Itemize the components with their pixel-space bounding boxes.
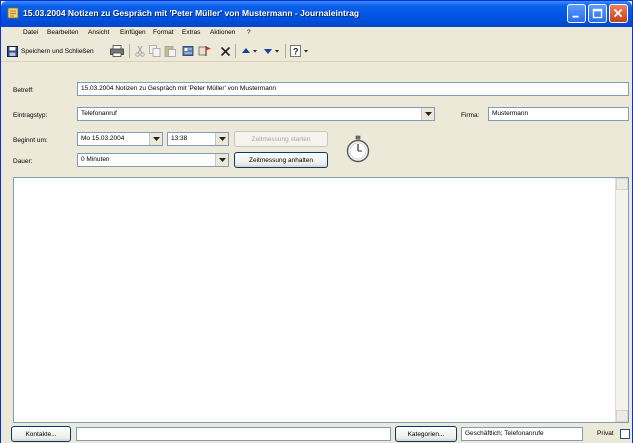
- menu-datei[interactable]: Datei: [23, 29, 38, 36]
- entry-type-select[interactable]: Telefonanruf: [77, 107, 435, 121]
- menu-bearbeiten[interactable]: Bearbeiten: [47, 29, 78, 36]
- scissors-icon: [135, 45, 145, 57]
- duration-select[interactable]: 0 Minuten: [77, 153, 229, 167]
- save-icon: [7, 45, 18, 57]
- company-label: Firma:: [461, 112, 480, 119]
- menu-format[interactable]: Format: [153, 29, 174, 36]
- maximize-icon: [592, 8, 603, 19]
- start-label: Beginnt um:: [13, 137, 48, 144]
- journal-icon: [7, 7, 19, 19]
- entry-type-label: Eintragstyp:: [13, 112, 48, 119]
- address-book-button[interactable]: [182, 43, 194, 59]
- start-date-select[interactable]: Mo 15.03.2004: [77, 132, 163, 146]
- subject-label: Betreff:: [13, 87, 34, 94]
- menu-help[interactable]: ?: [247, 29, 251, 36]
- delete-button[interactable]: [220, 43, 231, 59]
- maximize-button[interactable]: [588, 4, 607, 23]
- menu-einfuegen[interactable]: Einfügen: [120, 29, 146, 36]
- journal-window: 15.03.2004 Notizen zu Gespräch mit 'Pete…: [0, 0, 633, 443]
- print-button[interactable]: [110, 43, 124, 59]
- save-and-close-button[interactable]: Speichern und Schließen: [7, 43, 94, 59]
- arrow-down-icon: [264, 49, 279, 54]
- toolbar-separator: [129, 44, 130, 58]
- private-label: Privat: [597, 430, 614, 437]
- arrow-up-icon: [242, 48, 257, 53]
- chevron-down-icon[interactable]: [215, 154, 228, 166]
- vertical-scrollbar[interactable]: [615, 178, 628, 422]
- menu-bar: Datei Bearbeiten Ansicht Einfügen Format…: [1, 27, 632, 40]
- toolbar-separator: [285, 44, 286, 58]
- menu-ansicht[interactable]: Ansicht: [88, 29, 109, 36]
- paste-icon: [164, 46, 176, 57]
- standard-toolbar: Speichern und Schließen ?: [1, 40, 632, 62]
- printer-icon: [110, 45, 124, 57]
- flag-icon: [198, 46, 211, 56]
- copy-button[interactable]: [149, 43, 161, 59]
- previous-item-button[interactable]: [241, 43, 259, 59]
- start-date-value: Mo 15.03.2004: [81, 135, 125, 142]
- flag-button[interactable]: [198, 43, 212, 59]
- subject-input[interactable]: 15.03.2004 Notizen zu Gespräch mit 'Pete…: [77, 82, 629, 96]
- copy-icon: [149, 45, 161, 57]
- chevron-down-icon[interactable]: [421, 108, 434, 120]
- svg-text:?: ?: [293, 47, 299, 57]
- private-checkbox[interactable]: [620, 429, 630, 439]
- scroll-up-button[interactable]: [616, 178, 628, 190]
- duration-label: Dauer:: [13, 158, 33, 165]
- minimize-icon: [572, 15, 579, 18]
- chevron-down-icon[interactable]: [215, 133, 228, 145]
- company-input[interactable]: Mustermann: [488, 107, 629, 121]
- footer-bar: Kontakte... Kategorien... Geschäftlich; …: [1, 425, 632, 443]
- pause-timer-button[interactable]: Zeitmessung anhalten: [234, 152, 328, 168]
- next-item-button[interactable]: [263, 43, 281, 59]
- start-time-select[interactable]: 13:38: [167, 132, 229, 146]
- address-book-icon: [182, 46, 194, 56]
- duration-value: 0 Minuten: [81, 156, 110, 163]
- paste-button[interactable]: [164, 43, 176, 59]
- start-time-value: 13:38: [171, 135, 188, 142]
- start-timer-button[interactable]: Zeitmessung starten: [234, 131, 328, 147]
- notes-textarea[interactable]: [13, 177, 629, 423]
- categories-button[interactable]: Kategorien...: [395, 426, 457, 442]
- help-button[interactable]: ?: [290, 43, 310, 59]
- close-button[interactable]: [609, 4, 628, 23]
- entry-type-value: Telefonanruf: [81, 110, 117, 117]
- toolbar-separator: [235, 44, 236, 58]
- contacts-button[interactable]: Kontakte...: [11, 426, 71, 442]
- delete-icon: [220, 46, 231, 56]
- title-bar[interactable]: 15.03.2004 Notizen zu Gespräch mit 'Pete…: [1, 1, 632, 27]
- close-icon: [613, 8, 623, 18]
- minimize-button[interactable]: [567, 4, 586, 23]
- categories-input[interactable]: Geschäftlich; Telefonanrufe: [461, 427, 583, 441]
- help-icon: ?: [290, 45, 308, 57]
- contacts-input[interactable]: [76, 427, 391, 441]
- scroll-down-button[interactable]: [616, 410, 628, 422]
- menu-aktionen[interactable]: Aktionen: [210, 29, 235, 36]
- window-title: 15.03.2004 Notizen zu Gespräch mit 'Pete…: [23, 8, 360, 18]
- save-and-close-label: Speichern und Schließen: [21, 47, 94, 55]
- stopwatch-icon: [346, 135, 370, 163]
- chevron-down-icon[interactable]: [149, 133, 162, 145]
- cut-button[interactable]: [135, 43, 145, 59]
- menu-extras[interactable]: Extras: [182, 29, 200, 36]
